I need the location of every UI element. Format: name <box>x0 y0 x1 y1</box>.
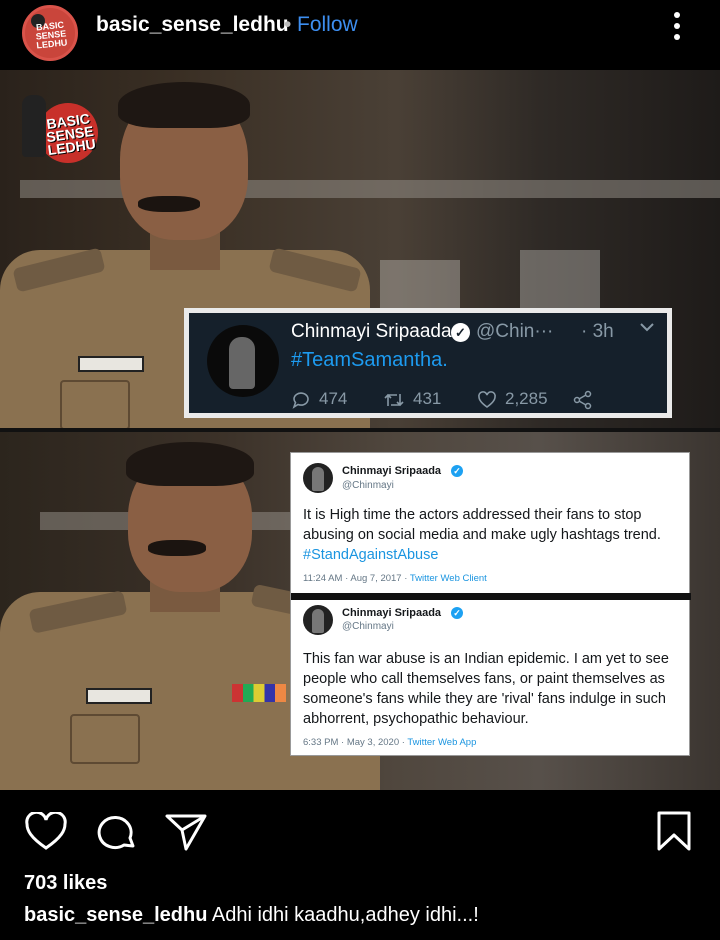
tweet-avatar <box>207 325 279 397</box>
share-nodes-icon <box>573 390 592 409</box>
verified-badge-icon: ✓ <box>451 607 463 619</box>
retweet-count: 431 <box>413 389 442 408</box>
tweet-meta: 11:24 AM · Aug 7, 2017 · Twitter Web Cli… <box>303 573 487 584</box>
caption-username[interactable]: basic_sense_ledhu <box>24 904 207 926</box>
post-image[interactable]: BASIC SENSE LEDHU Chinmayi Sripaada ✓ @C… <box>0 70 720 790</box>
tweet-handle: @Chinmayi <box>342 621 394 632</box>
tweet-like-count: 2,285 <box>477 389 548 410</box>
like-count: 2,285 <box>505 389 548 408</box>
profile-avatar[interactable]: BASIC SENSE LEDHU <box>22 5 78 61</box>
tweet-date: 11:24 AM · Aug 7, 2017 · <box>303 573 410 584</box>
comment-icon[interactable] <box>96 812 138 852</box>
tweet-screenshot-dark: Chinmayi Sripaada ✓ @Chin··· · 3h #TeamS… <box>184 308 672 418</box>
tweet-2017: Chinmayi Sripaada ✓ @Chinmayi It is High… <box>291 453 691 593</box>
verified-badge-icon: ✓ <box>451 465 463 477</box>
heart-outline-icon <box>478 390 496 408</box>
chevron-down-icon <box>639 319 655 340</box>
tweet-avatar <box>303 605 333 635</box>
tweet-2020: Chinmayi Sripaada ✓ @Chinmayi This fan w… <box>291 601 691 757</box>
separator-dot: • <box>284 13 292 36</box>
post-header: BASIC SENSE LEDHU basic_sense_ledhu • Fo… <box>0 0 720 70</box>
tweet-meta: 6:33 PM · May 3, 2020 · Twitter Web App <box>303 737 476 748</box>
heart-icon[interactable] <box>24 812 68 852</box>
watermark-text: BASIC SENSE LEDHU <box>45 110 97 159</box>
tweet-client: Twitter Web Client <box>409 573 487 584</box>
tweet-client: Twitter Web App <box>407 737 477 748</box>
tweet-time: · 3h <box>581 321 614 342</box>
tweet-hashtag: #TeamSamantha. <box>291 349 448 371</box>
tweet-author-name: Chinmayi Sripaada <box>342 607 442 619</box>
tweet-screenshot-light: Chinmayi Sripaada ✓ @Chinmayi It is High… <box>290 452 691 757</box>
tweet-handle: @Chinmayi <box>342 480 394 491</box>
bookmark-icon[interactable] <box>656 810 692 852</box>
avatar-logo-text: BASIC SENSE LEDHU <box>35 19 68 51</box>
post-action-bar <box>0 790 720 870</box>
officer-hair <box>126 442 254 486</box>
more-options-icon[interactable] <box>662 10 692 42</box>
tweet-body: It is High time the actors addressed the… <box>303 507 661 543</box>
background-window <box>520 250 600 310</box>
watermark-logo: BASIC SENSE LEDHU <box>20 95 98 173</box>
post-caption: basic_sense_ledhu Adhi idhi kaadhu,adhey… <box>24 904 479 927</box>
uniform-ribbons <box>232 684 286 702</box>
uniform-pocket <box>70 714 140 764</box>
tweet-author-name: Chinmayi Sripaada <box>291 321 452 342</box>
tweet-hashtag: #StandAgainstAbuse <box>303 547 439 563</box>
tweet-retweet-count: 431 <box>383 389 441 410</box>
tweet-date: 6:33 PM · May 3, 2020 · <box>303 737 408 748</box>
officer-mustache <box>138 196 200 212</box>
uniform-pocket <box>60 380 130 428</box>
share-icon[interactable] <box>164 812 208 852</box>
username-link[interactable]: basic_sense_ledhu <box>96 13 289 37</box>
verified-badge-icon: ✓ <box>451 323 470 342</box>
tweet-handle: @Chin··· <box>476 321 554 342</box>
uniform-nameplate <box>86 688 152 704</box>
background-window <box>380 260 460 310</box>
tweet-text: This fan war abuse is an Indian epidemic… <box>303 651 669 727</box>
officer-hair <box>118 82 250 128</box>
uniform-nameplate <box>78 356 144 372</box>
tweet-author-name: Chinmayi Sripaada <box>342 465 442 477</box>
caption-text: Adhi idhi kaadhu,adhey idhi...! <box>207 904 479 926</box>
meme-panel-top: BASIC SENSE LEDHU Chinmayi Sripaada ✓ @C… <box>0 70 720 428</box>
tweet-avatar <box>303 463 333 493</box>
officer-mustache <box>148 540 206 556</box>
reply-icon <box>292 391 309 409</box>
tweet-separator <box>291 593 691 600</box>
tweet-reply-count: 474 <box>291 389 347 410</box>
tweet-text: It is High time the actors addressed the… <box>303 505 683 565</box>
likes-count[interactable]: 703 likes <box>24 872 107 895</box>
reply-count: 474 <box>319 389 348 408</box>
tweet-share <box>573 389 601 410</box>
retweet-icon <box>384 393 404 406</box>
follow-button[interactable]: Follow <box>297 13 358 37</box>
